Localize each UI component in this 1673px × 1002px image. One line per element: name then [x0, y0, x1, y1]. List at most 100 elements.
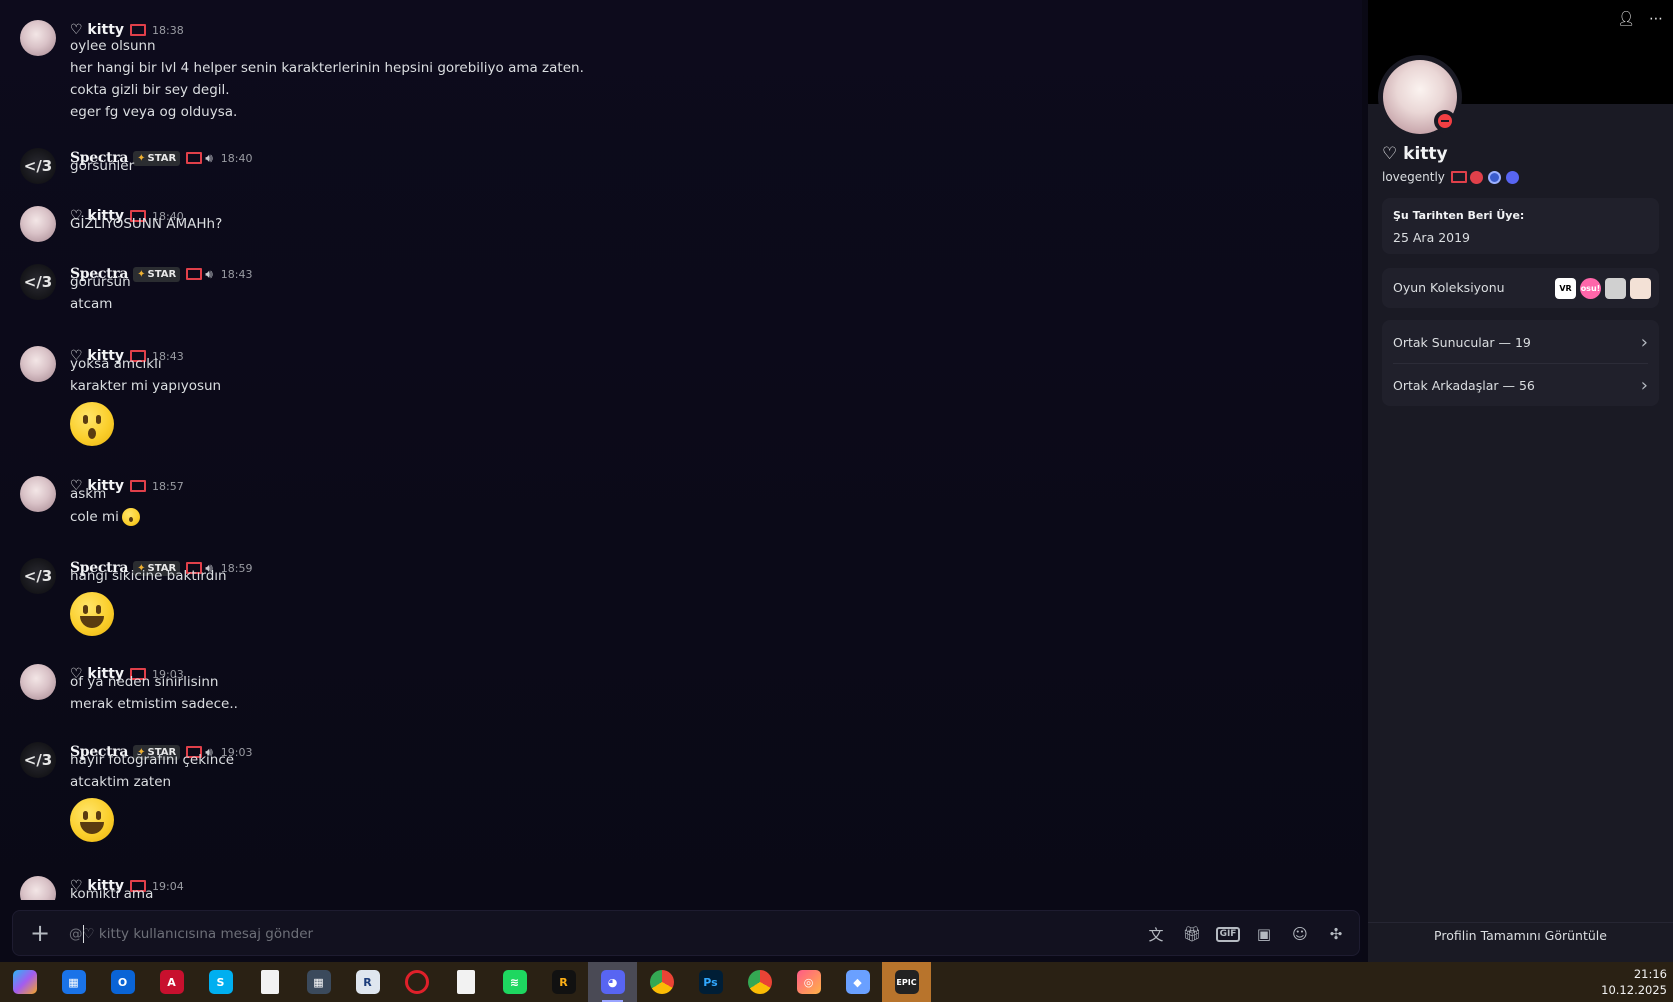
taskbar-app[interactable]: [245, 962, 294, 1002]
mutuals-card: Ortak Sunucular — 19 › Ortak Arkadaşlar …: [1382, 320, 1659, 406]
mutual-servers-row[interactable]: Ortak Sunucular — 19 ›: [1393, 321, 1648, 363]
kitty-avatar[interactable]: [20, 206, 56, 242]
message-text: yoksa amcıklı: [70, 356, 162, 372]
server-tag-badge[interactable]: ✦ STAR: [133, 150, 181, 166]
spotify-icon: ≋: [502, 970, 527, 994]
taskbar-app[interactable]: ◎: [784, 962, 833, 1002]
osu-icon[interactable]: osu!: [1580, 278, 1601, 299]
more-options-icon[interactable]: ⋯: [1643, 6, 1669, 32]
windows-taskbar: ▦OAS▦RO≋R◕Ps◎◆EPIC21:1610.12.2025: [0, 962, 1673, 1002]
message-username[interactable]: ♡ kitty: [70, 22, 124, 38]
view-full-profile-link[interactable]: Profilin Tamamını Görüntüle: [1368, 928, 1673, 943]
chevron-right-icon: ›: [1640, 374, 1648, 396]
taskbar-app[interactable]: Ps: [686, 962, 735, 1002]
skype-icon: S: [208, 970, 233, 994]
taskbar-app[interactable]: O: [392, 962, 441, 1002]
kitty-avatar[interactable]: [20, 664, 56, 700]
message-group: ♡ kitty 19:03 of ya neden sinirlisinn merak…: [0, 664, 1360, 712]
attach-plus-icon[interactable]: +: [27, 921, 53, 947]
speaker-icon: 🔊︎: [205, 266, 213, 281]
monitor-icon: [129, 480, 147, 492]
message-group: </3 Spectra ✦ STAR 🔊︎ 19:03 hayir fotoğrafını …: [0, 742, 1360, 842]
emoji-icon[interactable]: ☺: [1289, 923, 1311, 945]
taskbar-app[interactable]: R: [343, 962, 392, 1002]
kitty-avatar[interactable]: [20, 876, 56, 900]
taskbar-app[interactable]: [637, 962, 686, 1002]
smiley-emoji[interactable]: [70, 592, 114, 636]
taskbar-app[interactable]: ▦: [294, 962, 343, 1002]
message-list[interactable]: ♡ kitty 18:38 oylee olsunn her hangi bir lv…: [0, 0, 1368, 900]
nitro-badge-icon[interactable]: [1469, 170, 1483, 184]
hushed-face-emoji[interactable]: [121, 508, 140, 526]
monitor-icon: [129, 24, 147, 36]
monitor-icon: [185, 268, 203, 280]
system-clock[interactable]: 21:16 10.12.2025: [1601, 966, 1667, 998]
username-row: lovegently: [1382, 170, 1519, 184]
taskbar-app[interactable]: [735, 962, 784, 1002]
taskbar-app[interactable]: [441, 962, 490, 1002]
spectra-avatar[interactable]: </3: [20, 558, 56, 594]
message-text-content: eger fg veya og olduysa.: [70, 104, 238, 120]
taskbar-app[interactable]: R: [539, 962, 588, 1002]
smiley-emoji[interactable]: [70, 798, 114, 842]
server-tag-badge[interactable]: ✦ STAR: [133, 266, 181, 282]
taskbar-app[interactable]: ≋: [490, 962, 539, 1002]
monitor-icon: [1450, 171, 1467, 183]
sticker-icon[interactable]: ▣: [1253, 923, 1275, 945]
game-collection-card[interactable]: Oyun Koleksiyonu VR osu!: [1382, 268, 1659, 308]
server-tag-label: STAR: [147, 152, 177, 164]
spectra-avatar[interactable]: </3: [20, 742, 56, 778]
add-friend-icon[interactable]: 👤︎: [1613, 6, 1639, 32]
taskbar-app[interactable]: ◕: [588, 962, 637, 1002]
emoji-mouth: [80, 616, 104, 628]
spectra-avatar[interactable]: </3: [20, 264, 56, 300]
chevron-right-icon: ›: [1640, 331, 1648, 353]
anime-game-icon[interactable]: [1630, 278, 1651, 299]
taskbar-app[interactable]: ◆: [833, 962, 882, 1002]
kitty-avatar[interactable]: [20, 476, 56, 512]
message-group: ♡ kitty 18:57 askm cole mi: [0, 476, 1360, 526]
message-text-content: yoksa amcıklı: [70, 356, 162, 372]
flame-icon: ✦: [137, 152, 146, 164]
taskbar-app[interactable]: ▦: [49, 962, 98, 1002]
emoji-mouth: [80, 822, 104, 834]
discord-window: ♡ kitty 18:38 oylee olsunn her hangi bir lv…: [0, 0, 1673, 962]
clock-date: 10.12.2025: [1601, 983, 1667, 997]
message-input[interactable]: [69, 911, 1069, 957]
message-group: ♡ kitty 19:04 komikti ama: [0, 876, 1360, 900]
mutual-friends-label: Ortak Arkadaşlar — 56: [1393, 377, 1535, 393]
vrchat-icon[interactable]: VR: [1555, 278, 1576, 299]
mutual-servers-label: Ortak Sunucular — 19: [1393, 334, 1531, 350]
mutual-friends-row[interactable]: Ortak Arkadaşlar — 56 ›: [1393, 364, 1648, 406]
gift-icon[interactable]: 🎁︎: [1181, 923, 1203, 945]
message-text-content: karakter mi yapıyosun: [70, 378, 222, 394]
message-text: karakter mi yapıyosun: [70, 378, 221, 394]
store-icon: ▦: [61, 970, 86, 994]
message-text: komikti ama: [70, 886, 153, 900]
apps-icon[interactable]: ✣: [1325, 923, 1347, 945]
translate-icon[interactable]: 文: [1145, 923, 1167, 945]
message-text: of ya neden sinirlisinn: [70, 674, 218, 690]
message-text-content: askm: [70, 486, 107, 502]
taskbar-app[interactable]: A: [147, 962, 196, 1002]
quest-badge-icon[interactable]: [1505, 170, 1519, 184]
taskbar-app[interactable]: EPIC: [882, 962, 931, 1002]
chat-pane: ♡ kitty 18:38 oylee olsunn her hangi bir lv…: [0, 0, 1368, 962]
gif-icon[interactable]: GIF: [1215, 923, 1241, 945]
member-since-label: Şu Tarihten Beri Üye:: [1393, 209, 1525, 222]
taskbar-app[interactable]: [0, 962, 49, 1002]
hushed-face-emoji[interactable]: [70, 402, 114, 446]
kitty-avatar[interactable]: [20, 346, 56, 382]
taskbar-app[interactable]: S: [196, 962, 245, 1002]
kitty-avatar[interactable]: [20, 20, 56, 56]
discord-icon: ◕: [600, 970, 625, 994]
speaker-icon: 🔊︎: [205, 150, 213, 165]
spectra-avatar[interactable]: </3: [20, 148, 56, 184]
message-timestamp: 18:43: [220, 267, 253, 281]
taskbar-app[interactable]: O: [98, 962, 147, 1002]
server-tag-label: STAR: [147, 268, 177, 280]
message-text-content: GİZLİYOSUNN AMAHh?: [70, 216, 223, 232]
copilot-icon: [12, 970, 37, 994]
roblox-icon[interactable]: [1605, 278, 1626, 299]
boost-badge-icon[interactable]: [1487, 170, 1501, 184]
